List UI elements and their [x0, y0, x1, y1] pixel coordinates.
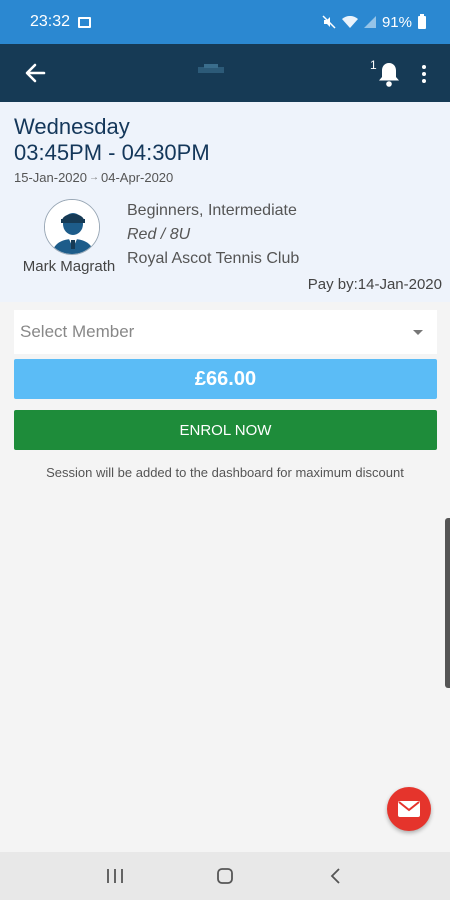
price-banner: £66.00: [14, 359, 437, 399]
app-bar: 1: [0, 44, 450, 102]
battery-percent: 91%: [381, 13, 412, 31]
session-levels: Beginners, Intermediate: [127, 202, 297, 219]
back-button[interactable]: [0, 44, 70, 102]
system-nav-bar: [0, 852, 450, 900]
status-icons: 91%: [322, 13, 426, 31]
recent-apps-button[interactable]: [90, 856, 140, 896]
more-dot-icon: [422, 79, 426, 83]
system-back-button[interactable]: [310, 856, 360, 896]
mute-icon: [322, 15, 336, 29]
more-dot-icon: [422, 72, 426, 76]
status-bar: 23:32 91%: [0, 0, 450, 44]
more-dot-icon: [422, 65, 426, 69]
start-date: 15-Jan-2020: [14, 170, 87, 185]
date-arrow: →: [89, 172, 99, 183]
bell-icon: [379, 63, 399, 87]
session-day: Wednesday: [14, 114, 130, 139]
session-venue: Royal Ascot Tennis Club: [127, 250, 300, 267]
coach-avatar-icon: [45, 200, 99, 254]
mail-icon: [398, 801, 420, 817]
end-date: 04-Apr-2020: [101, 170, 174, 185]
home-button[interactable]: [200, 856, 250, 896]
back-arrow-icon: [25, 63, 46, 83]
enrol-note: Session will be added to the dashboard f…: [46, 465, 404, 480]
select-member-dropdown[interactable]: Select Member: [14, 310, 437, 354]
battery-icon: [418, 13, 426, 29]
home-icon: [217, 868, 233, 884]
status-time: 23:32: [30, 13, 71, 30]
edge-panel-handle[interactable]: [445, 518, 450, 688]
coach-avatar: [44, 199, 100, 255]
session-card: Wednesday 03:45PM - 04:30PM 15-Jan-2020 …: [0, 102, 450, 302]
wifi-icon: [341, 15, 358, 28]
dropdown-caret-icon: [413, 329, 423, 335]
message-fab-button[interactable]: [387, 787, 431, 831]
pay-by-date: Pay by:14-Jan-2020: [307, 276, 442, 293]
session-time-range: 03:45PM - 04:30PM: [14, 140, 210, 165]
system-back-icon: [330, 868, 340, 884]
more-options-button[interactable]: [412, 60, 436, 88]
session-group: Red / 8U: [127, 226, 191, 243]
coach-name: Mark Magrath: [22, 258, 116, 275]
recent-apps-icon: [107, 869, 123, 883]
gallery-icon: [78, 16, 92, 28]
signal-icon: [363, 16, 376, 28]
notifications-button[interactable]: 1: [370, 58, 402, 90]
select-member-label: Select Member: [20, 322, 135, 341]
session-date-range: 15-Jan-2020 → 04-Apr-2020: [14, 170, 173, 185]
club-logo-icon: [198, 64, 224, 73]
enrol-now-button[interactable]: ENROL NOW: [14, 410, 437, 450]
